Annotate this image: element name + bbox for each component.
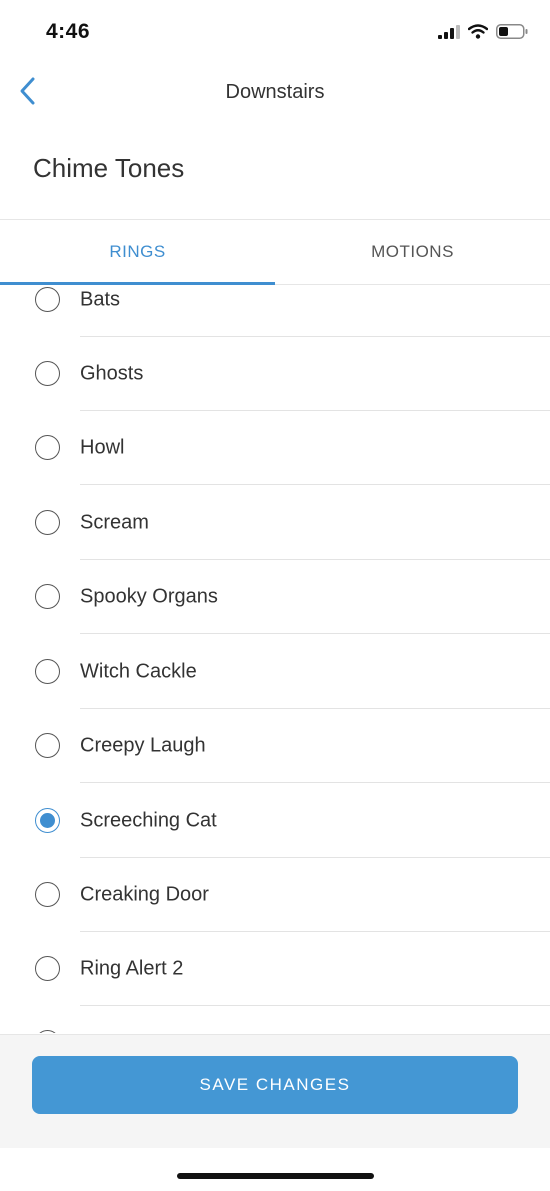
divider: [80, 484, 550, 485]
divider: [80, 633, 550, 634]
radio-button[interactable]: [35, 361, 60, 386]
tab-rings-label: RINGS: [109, 242, 166, 261]
tone-label: Screeching Cat: [80, 809, 217, 832]
radio-button[interactable]: [35, 733, 60, 758]
tone-label: Howl: [80, 436, 125, 459]
signal-icon: [438, 24, 460, 44]
tab-bar: RINGS MOTIONS: [0, 219, 550, 285]
tone-option[interactable]: Ghosts: [0, 337, 550, 411]
tone-label: Creaking Door: [80, 883, 209, 906]
tab-motions-label: MOTIONS: [371, 242, 454, 261]
tone-option[interactable]: Ring Alert 2: [0, 932, 550, 1006]
save-changes-button[interactable]: SAVE CHANGES: [32, 1056, 518, 1114]
radio-button[interactable]: [35, 584, 60, 609]
radio-button[interactable]: [35, 510, 60, 535]
tone-label: Witch Cackle: [80, 660, 197, 683]
tone-option[interactable]: Creepy Laugh: [0, 709, 550, 783]
tone-list: Bats Ghosts Howl Scream Spooky Organs Wi…: [0, 284, 550, 1033]
tone-option-selected[interactable]: Screeching Cat: [0, 784, 550, 858]
radio-button-selected[interactable]: [35, 808, 60, 833]
tone-option[interactable]: Creaking Door: [0, 858, 550, 932]
tone-label: Ghosts: [80, 362, 144, 385]
tone-label: Bats: [80, 288, 121, 311]
tone-option[interactable]: Bats: [0, 284, 550, 337]
tone-option[interactable]: Scream: [0, 486, 550, 560]
tab-motions[interactable]: MOTIONS: [275, 220, 550, 284]
nav-title: Downstairs: [225, 81, 325, 103]
status-bar: 4:46: [0, 0, 550, 66]
tone-option[interactable]: Howl: [0, 411, 550, 485]
radio-button[interactable]: [35, 1030, 60, 1033]
tone-label: Creepy Laugh: [80, 734, 206, 757]
page-title: Chime Tones: [33, 153, 185, 183]
radio-button[interactable]: [35, 956, 60, 981]
footer: SAVE CHANGES: [0, 1034, 550, 1148]
divider: [80, 782, 550, 783]
radio-button[interactable]: [35, 435, 60, 460]
status-icons: [438, 24, 528, 44]
tone-label: Ring Alert 2: [80, 957, 184, 980]
tone-label: Scream: [80, 511, 149, 534]
battery-icon: [496, 24, 528, 44]
tone-option[interactable]: [0, 1006, 550, 1033]
radio-button[interactable]: [35, 659, 60, 684]
tone-option[interactable]: Spooky Organs: [0, 560, 550, 634]
tab-rings[interactable]: RINGS: [0, 220, 275, 284]
wifi-icon: [467, 24, 489, 44]
tone-label: Spooky Organs: [80, 585, 218, 608]
nav-bar: Downstairs: [0, 66, 550, 120]
home-indicator: [177, 1173, 374, 1179]
radio-button[interactable]: [35, 287, 60, 312]
radio-button[interactable]: [35, 882, 60, 907]
status-time: 4:46: [46, 20, 91, 43]
tone-option[interactable]: Witch Cackle: [0, 635, 550, 709]
